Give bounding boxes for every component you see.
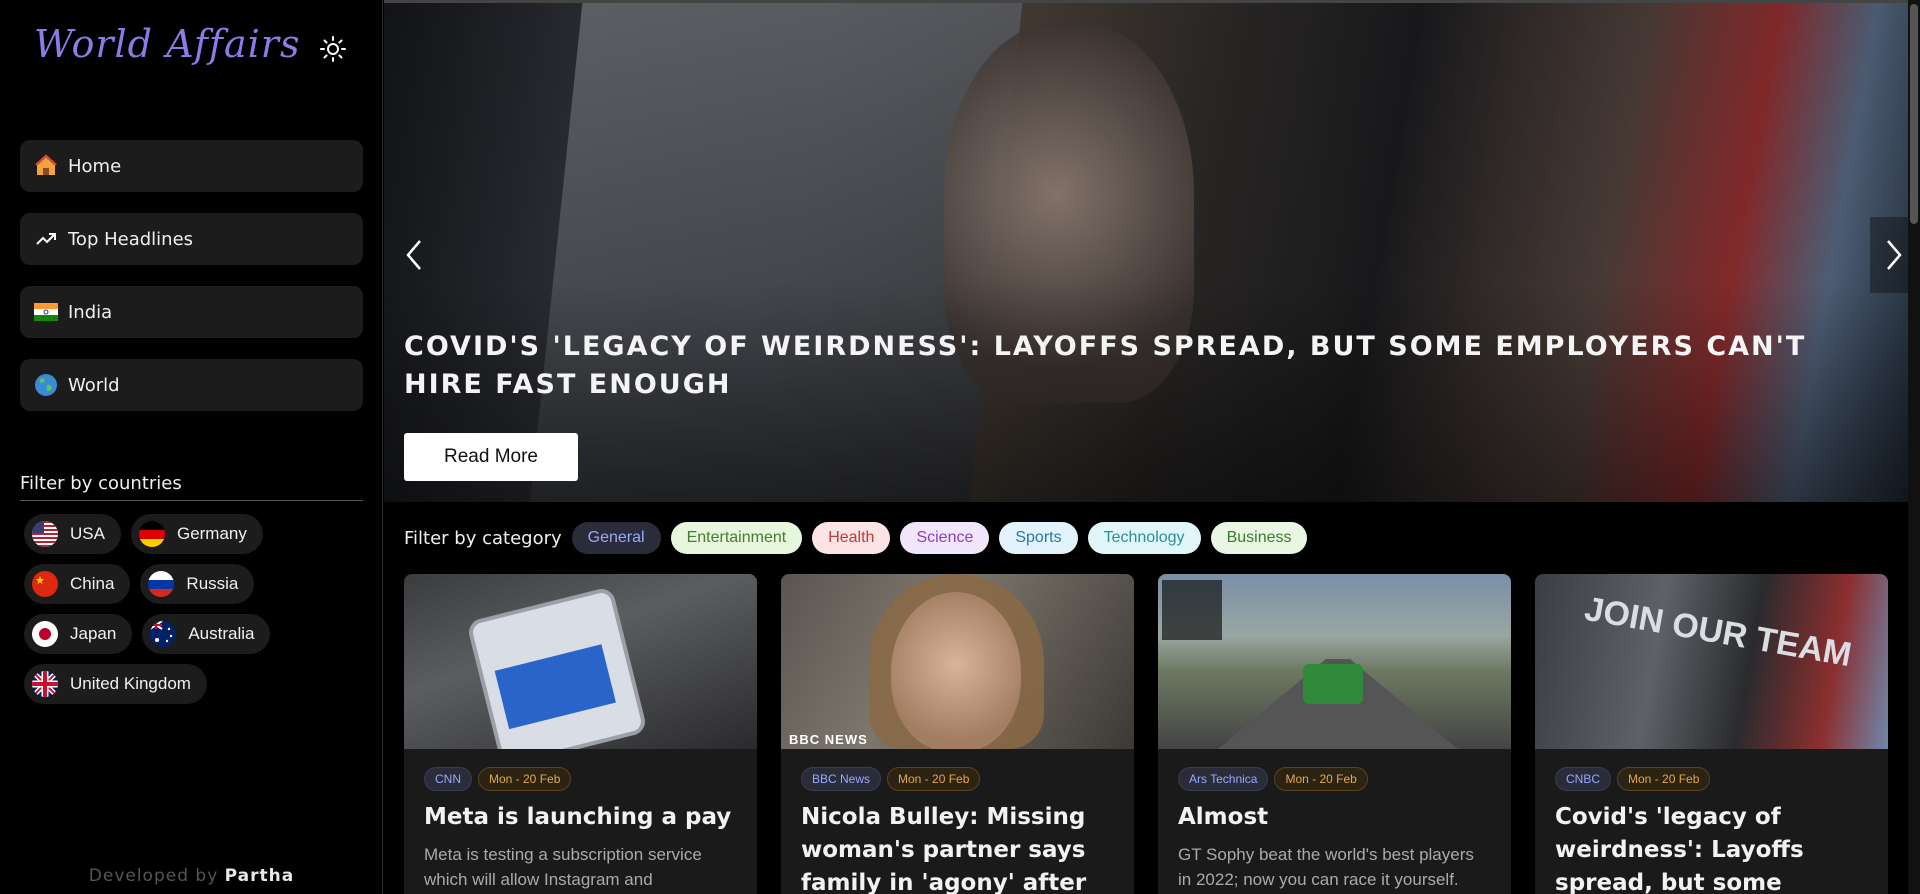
news-card-title: Almost [1178,804,1269,830]
country-chip-usa[interactable]: USA [24,514,121,554]
news-card-title: Covid's 'legacy of weirdness': Layoffs s… [1555,804,1804,894]
germany-flag-icon [138,521,165,547]
china-flag-icon [32,571,58,597]
news-card-description: GT Sophy beat the world's best players i… [1178,845,1474,889]
nav-label-home: Home [68,155,122,177]
source-badge: Ars Technica [1178,767,1269,791]
category-chip-science[interactable]: Science [900,522,990,554]
app-logo[interactable]: World Affairs [34,22,300,66]
news-card-list: CNN Mon - 20 Feb Meta is launching a pay… [404,574,1888,894]
chevron-left-icon [406,240,421,270]
country-label-japan: Japan [70,624,117,643]
hero-headline: COVID'S 'LEGACY OF WEIRDNESS': LAYOFFS S… [404,331,1807,400]
news-card-title: Meta is launching a pay [424,804,732,830]
trending-up-icon [34,227,58,251]
usa-flag-icon [32,521,58,547]
news-card[interactable]: Ars Technica Mon - 20 Feb Almost GT Soph… [1158,574,1511,894]
chevron-right-icon [1887,240,1902,270]
developer-credit-prefix: Developed by [88,866,219,886]
theme-toggle-button[interactable] [318,34,348,64]
nav-label-top-headlines: Top Headlines [68,228,194,250]
country-label-australia: Australia [188,624,255,643]
globe-icon [34,373,58,397]
country-chip-china[interactable]: China [24,564,131,604]
category-chip-sports[interactable]: Sports [999,522,1078,554]
news-card[interactable]: BBC NEWS BBC News Mon - 20 Feb Nicola Bu… [781,574,1134,894]
news-card-title: Nicola Bulley: Missing woman's partner s… [801,804,1087,894]
hero-carousel: COVID'S 'LEGACY OF WEIRDNESS': LAYOFFS S… [384,0,1920,502]
house-icon [34,154,58,178]
carousel-prev-button[interactable] [394,235,434,275]
uk-flag-icon [32,671,58,697]
sun-icon [320,36,346,62]
nav-item-top-headlines[interactable]: Top Headlines [20,213,363,265]
date-badge: Mon - 20 Feb [1617,767,1711,791]
category-chip-technology[interactable]: Technology [1087,522,1201,554]
country-chip-australia[interactable]: Australia [142,614,271,654]
country-label-russia: Russia [186,574,239,593]
news-thumbnail [1158,574,1511,749]
source-badge: CNBC [1555,767,1612,791]
main-nav: Home Top Headlines India World [20,140,363,432]
sidebar: World Affairs Home Top Headlines India W… [0,0,383,894]
poster-text: JOIN OUR TEAM [1581,589,1855,675]
australia-flag-icon [150,621,177,647]
date-badge: Mon - 20 Feb [478,767,572,791]
country-chip-germany[interactable]: Germany [130,514,263,554]
india-flag-icon [34,300,58,324]
country-chip-united-kingdom[interactable]: United Kingdom [24,664,207,704]
category-chip-business[interactable]: Business [1210,522,1308,554]
country-chip-russia[interactable]: Russia [140,564,255,604]
category-filter-label: Filter by category [404,527,562,549]
news-card-description: Meta is testing a subscription service w… [424,845,702,889]
developer-name[interactable]: Partha [225,866,295,886]
source-badge: CNN [424,767,472,791]
developer-credit: Developed by Partha [0,866,383,886]
nav-label-world: World [68,374,120,396]
news-card[interactable]: JOIN OUR TEAM CNBC Mon - 20 Feb Covid's … [1535,574,1888,894]
nav-item-world[interactable]: World [20,359,363,411]
nav-item-home[interactable]: Home [20,140,363,192]
news-thumbnail: JOIN OUR TEAM [1535,574,1888,749]
country-filter-list: USA Germany China Russia Japan Australia… [24,514,364,704]
date-badge: Mon - 20 Feb [887,767,981,791]
read-more-button[interactable]: Read More [404,433,578,481]
category-filter: Filter by category General Entertainment… [404,522,1308,554]
japan-flag-icon [32,621,58,647]
source-badge: BBC News [801,767,882,791]
news-card[interactable]: CNN Mon - 20 Feb Meta is launching a pay… [404,574,757,894]
russia-flag-icon [148,571,175,597]
page-scrollbar[interactable] [1908,0,1920,894]
scrollbar-thumb[interactable] [1910,4,1918,224]
category-chip-health[interactable]: Health [812,522,891,554]
nav-item-india[interactable]: India [20,286,363,338]
news-thumbnail: BBC NEWS [781,574,1134,749]
country-filter-title: Filter by countries [20,473,363,501]
bbc-news-watermark: BBC NEWS [789,732,868,747]
country-label-united-kingdom: United Kingdom [70,674,191,693]
country-label-china: China [70,574,115,593]
country-label-germany: Germany [176,524,247,543]
country-chip-japan[interactable]: Japan [24,614,133,654]
country-label-usa: USA [70,524,105,543]
nav-label-india: India [68,301,113,323]
category-chip-general[interactable]: General [571,522,661,554]
date-badge: Mon - 20 Feb [1274,767,1368,791]
category-chip-entertainment[interactable]: Entertainment [670,522,803,554]
news-thumbnail [404,574,757,749]
